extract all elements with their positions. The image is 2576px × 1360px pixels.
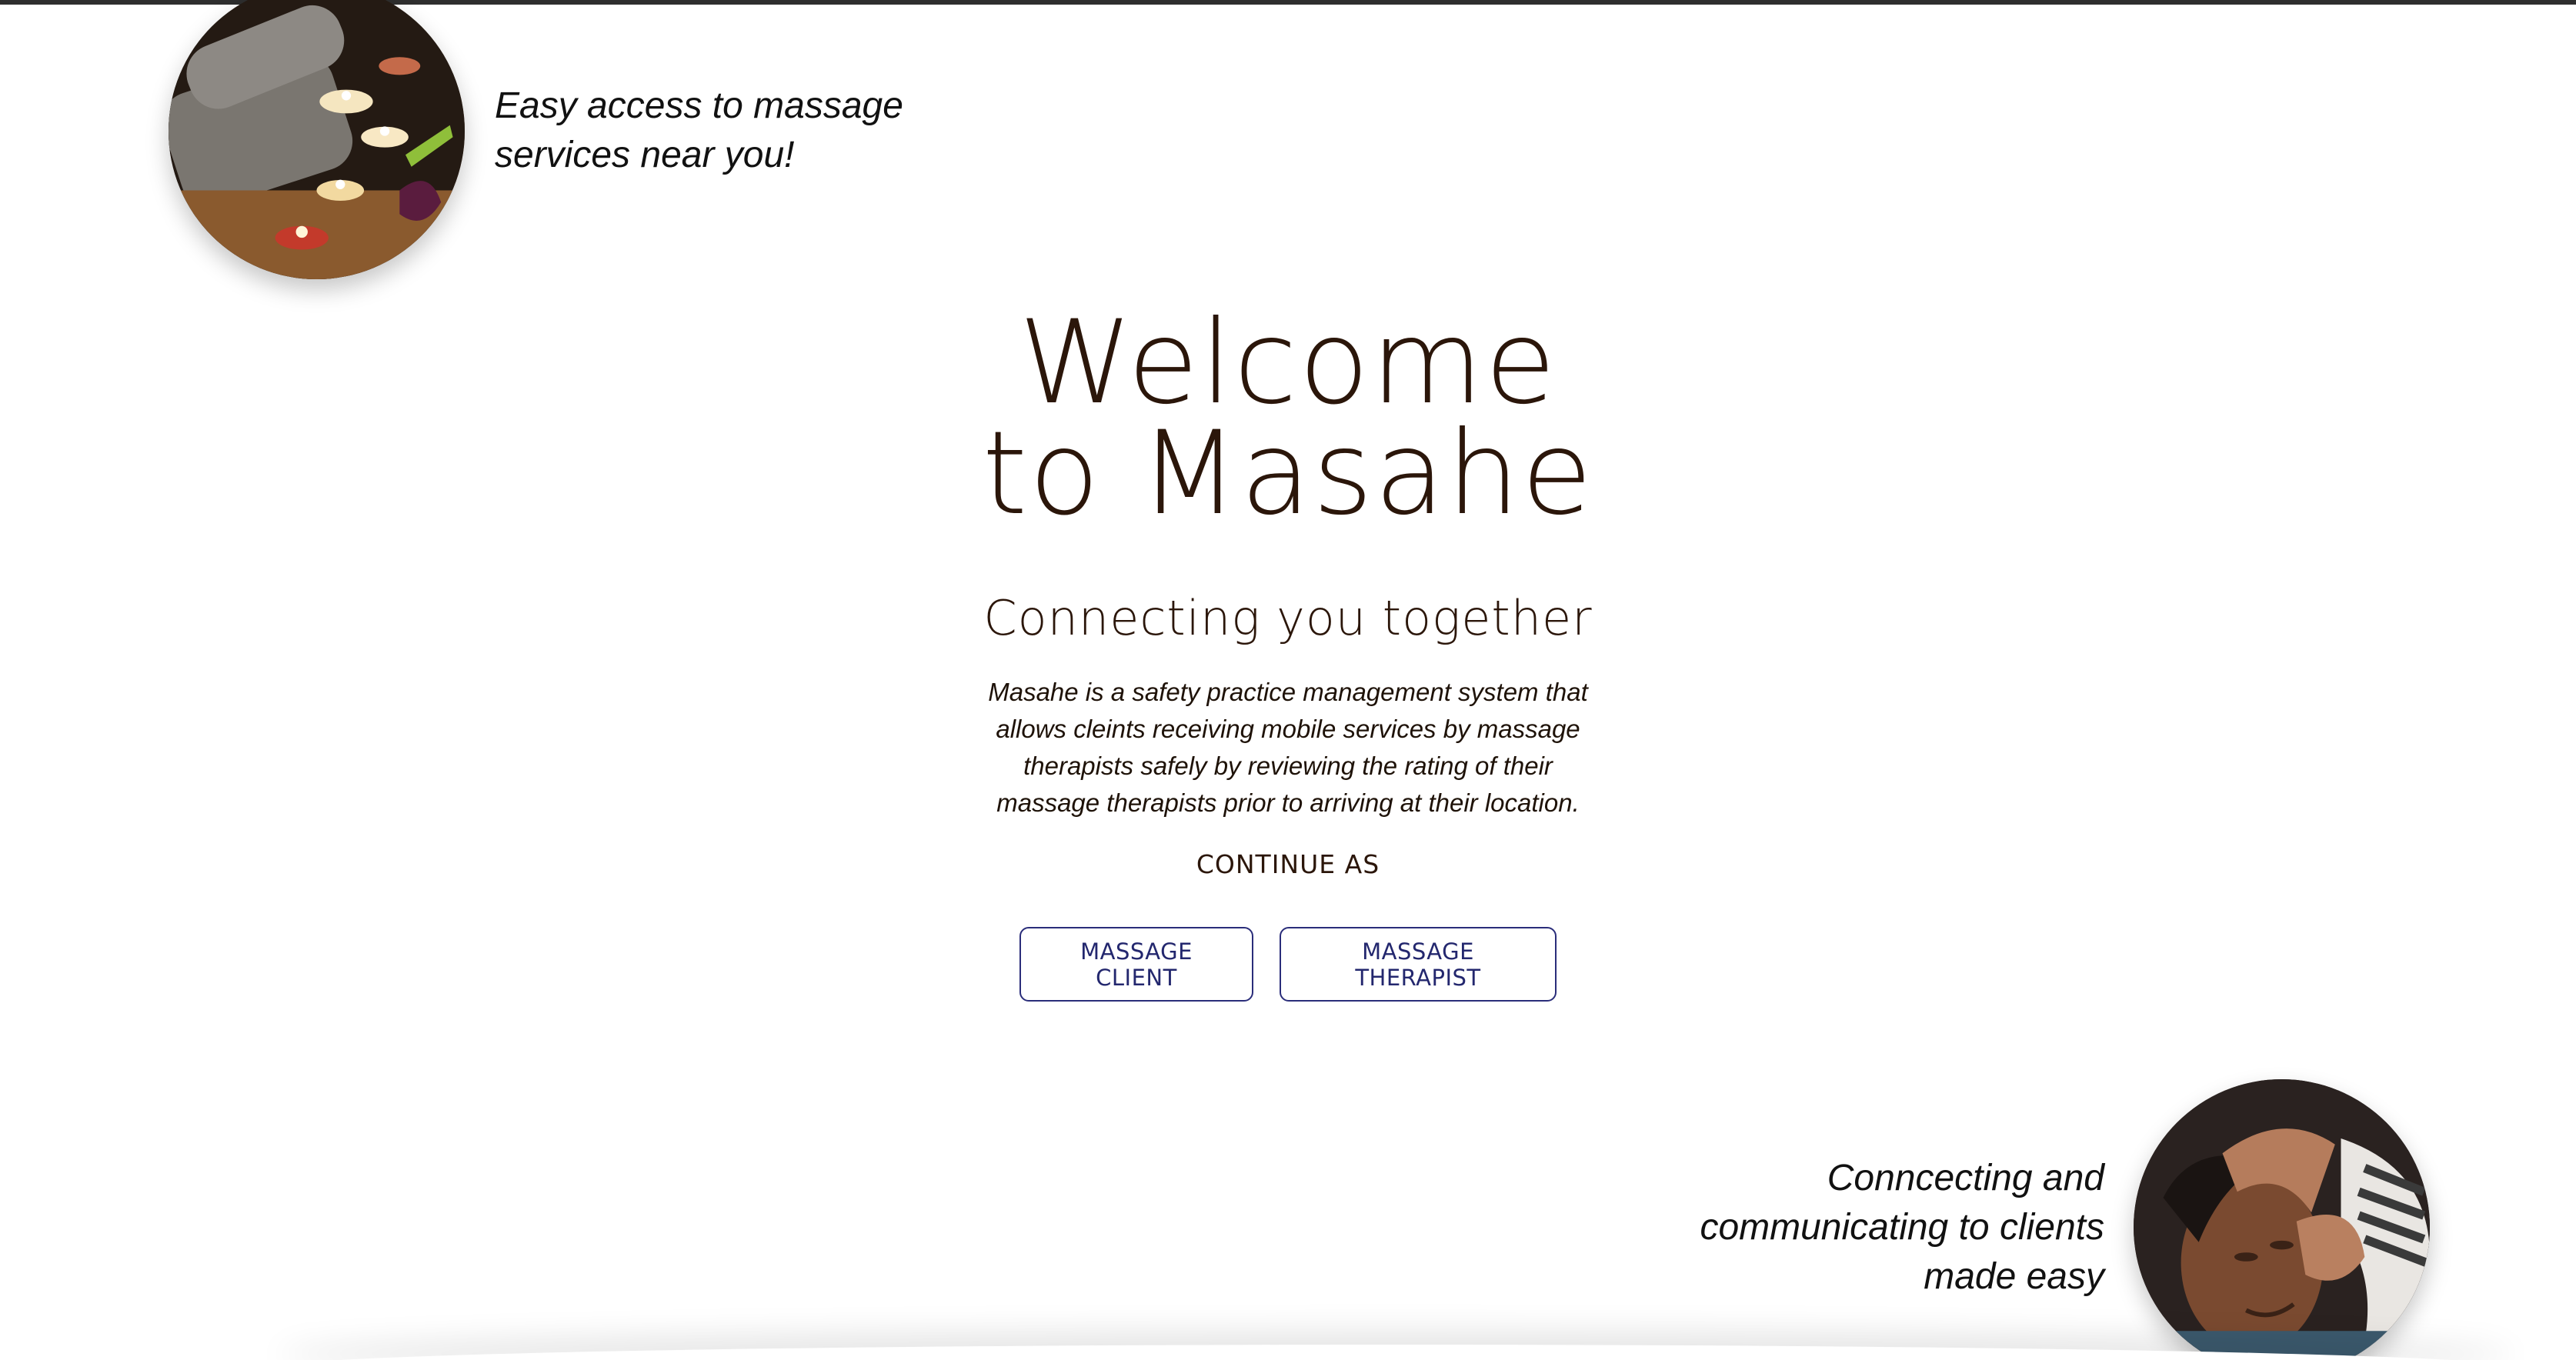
massage-client-button[interactable]: MASSAGE CLIENT bbox=[1019, 927, 1253, 1002]
page-bottom-shadow bbox=[277, 1345, 2514, 1360]
hero-section: Welcome to Masahe Connecting you togethe… bbox=[949, 296, 1627, 1002]
landing-page: Easy access to massage services near you… bbox=[0, 0, 2576, 1360]
continue-as-label: CONTINUE AS bbox=[1196, 849, 1380, 879]
tagline-top-line1: Easy access to massage bbox=[495, 85, 903, 126]
tagline-top-line2: services near you! bbox=[495, 135, 795, 175]
page-title-line1: Welcome bbox=[1018, 296, 1558, 430]
tagline-bottom-line1: Conncecting and bbox=[1827, 1158, 2104, 1198]
role-button-group: MASSAGE CLIENT MASSAGE THERAPIST bbox=[949, 927, 1627, 1002]
tagline-bottom-line3: made easy bbox=[1924, 1256, 2104, 1297]
page-subtitle: Connecting you together bbox=[983, 590, 1593, 646]
page-title-line2: to Masahe bbox=[982, 407, 1594, 541]
tagline-connecting: Conncecting and communicating to clients… bbox=[1647, 1154, 2104, 1302]
tagline-bottom-line2: communicating to clients bbox=[1700, 1207, 2104, 1248]
spa-candles-image bbox=[169, 0, 465, 279]
app-description: Masahe is a safety practice management s… bbox=[988, 678, 1588, 817]
massage-therapist-button[interactable]: MASSAGE THERAPIST bbox=[1280, 927, 1557, 1002]
page-title: Welcome to Masahe bbox=[949, 296, 1627, 541]
tagline-easy-access: Easy access to massage services near you… bbox=[495, 82, 972, 180]
face-massage-image bbox=[2134, 1079, 2430, 1360]
